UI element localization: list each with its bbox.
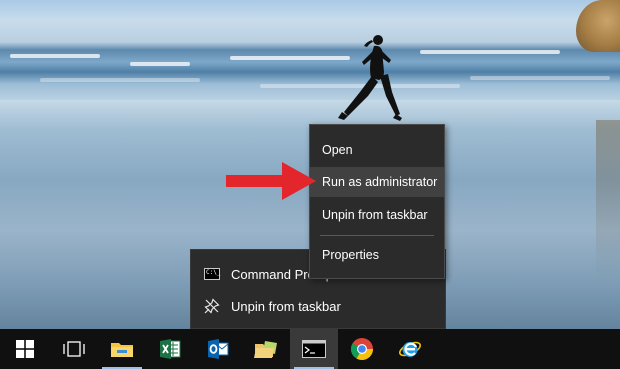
taskbar-file-explorer[interactable]: [98, 329, 146, 369]
jump-list-unpin[interactable]: Unpin from taskbar: [191, 290, 447, 322]
taskbar: [0, 329, 620, 369]
wave-foam: [420, 50, 560, 54]
chrome-icon: [351, 338, 373, 360]
sticky-folder-icon: [254, 341, 277, 358]
command-prompt-icon: [302, 340, 326, 358]
cliff-reflection: [596, 120, 620, 280]
start-button[interactable]: [0, 329, 50, 369]
wave-foam: [470, 76, 610, 80]
excel-icon: [160, 339, 181, 359]
taskbar-chrome[interactable]: [338, 329, 386, 369]
outlook-icon: [208, 339, 229, 359]
file-explorer-icon: [111, 343, 133, 357]
wave-foam: [130, 62, 190, 66]
command-prompt-icon: C:\_: [203, 265, 221, 283]
taskbar-internet-explorer[interactable]: [386, 329, 434, 369]
wave-foam: [40, 78, 200, 82]
menu-item-open[interactable]: Open: [310, 135, 444, 165]
runner-silhouette: [338, 35, 402, 121]
wave-foam: [10, 54, 100, 58]
wave-foam: [230, 56, 350, 60]
taskbar-folder-app[interactable]: [242, 329, 290, 369]
unpin-icon: [203, 297, 221, 315]
taskbar-outlook[interactable]: [194, 329, 242, 369]
menu-item-properties[interactable]: Properties: [310, 240, 444, 270]
context-menu: Open Run as administrator Unpin from tas…: [309, 124, 445, 279]
menu-item-unpin-from-taskbar[interactable]: Unpin from taskbar: [310, 200, 444, 230]
task-view-button[interactable]: [50, 329, 98, 369]
internet-explorer-icon: [399, 341, 421, 357]
windows-start-icon: [16, 340, 34, 358]
red-arrow-annotation: [226, 162, 316, 200]
jump-list-item-label: Unpin from taskbar: [231, 298, 341, 314]
taskbar-excel[interactable]: [146, 329, 194, 369]
task-view-icon: [63, 341, 85, 357]
menu-item-run-as-administrator[interactable]: Run as administrator: [310, 167, 444, 197]
cliff-rock: [576, 0, 620, 52]
menu-separator: [320, 235, 434, 236]
taskbar-command-prompt[interactable]: [290, 329, 338, 369]
